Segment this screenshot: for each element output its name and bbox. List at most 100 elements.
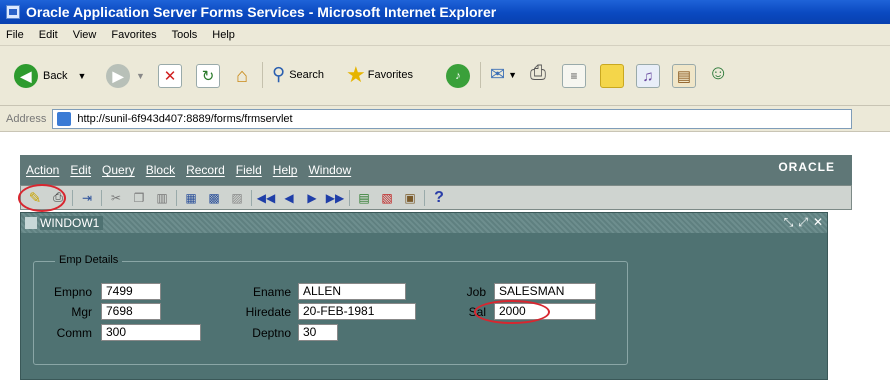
address-bar: Address http://sunil-6f943d407:8889/form…: [0, 106, 890, 132]
mail-dropdown-icon[interactable]: ▼: [508, 70, 517, 80]
page-icon: [57, 111, 72, 126]
forms-menu-block[interactable]: Block: [146, 163, 175, 177]
messenger-button[interactable]: ▤: [672, 64, 696, 88]
toolbar-separator: [262, 62, 263, 88]
search-label: Search: [289, 68, 325, 81]
research-button[interactable]: ♫: [636, 64, 660, 88]
search-button[interactable]: ⚲ Search: [272, 64, 324, 85]
previous-block-icon[interactable]: ◀◀: [257, 189, 275, 207]
delete-record-icon[interactable]: ▧: [378, 189, 396, 207]
toolbar-separator: [349, 189, 350, 206]
next-record-icon[interactable]: ▶: [303, 189, 321, 207]
contacts-button[interactable]: ☺: [708, 62, 728, 85]
execute-query-icon[interactable]: ▩: [205, 189, 223, 207]
forms-toolbar: ✎ ⎙ ⇥ ✂ ❐ ▥ ▦ ▩ ▨ ◀◀ ◀ ▶ ▶▶ ▤ ▧ ▣ ?: [20, 185, 852, 210]
toolbar-separator: [101, 189, 102, 206]
menu-favorites[interactable]: Favorites: [111, 29, 156, 41]
forms-menu-record[interactable]: Record: [186, 163, 225, 177]
mail-icon: ✉: [490, 64, 506, 84]
edit-page-icon: ≡: [562, 64, 586, 88]
print-button[interactable]: ⎙: [530, 62, 546, 85]
menu-help[interactable]: Help: [212, 29, 235, 41]
insert-record-icon[interactable]: ▤: [355, 189, 373, 207]
paste-icon[interactable]: ▥: [153, 189, 171, 207]
window-title: Oracle Application Server Forms Services…: [26, 4, 497, 20]
forms-menu-query[interactable]: Query: [102, 163, 135, 177]
mail-button[interactable]: ✉ ▼: [490, 64, 517, 85]
messenger-icon: ▤: [672, 64, 696, 88]
forms-menu-edit[interactable]: Edit: [70, 163, 91, 177]
mgr-field[interactable]: 7698: [101, 303, 161, 320]
toolbar-separator: [251, 189, 252, 206]
search-icon: ⚲: [272, 64, 286, 84]
favorites-label: Favorites: [367, 69, 413, 81]
maximize-icon[interactable]: ⤢: [798, 215, 808, 230]
cancel-query-icon[interactable]: ▨: [228, 189, 246, 207]
window-title-bar: WINDOW1 ⤡ ⤢ ✕: [21, 213, 827, 233]
menu-file[interactable]: File: [6, 29, 24, 41]
address-label: Address: [6, 112, 47, 125]
forward-dropdown-icon[interactable]: ▼: [136, 71, 145, 81]
address-input[interactable]: http://sunil-6f943d407:8889/forms/frmser…: [52, 108, 853, 129]
deptno-field[interactable]: 30: [298, 324, 338, 341]
enter-query-icon[interactable]: ▦: [182, 189, 200, 207]
menu-view[interactable]: View: [73, 29, 97, 41]
save-highlight-annotation: [18, 184, 66, 212]
discuss-icon: [600, 64, 624, 88]
refresh-button[interactable]: ↻: [196, 64, 220, 88]
forward-button[interactable]: ▶ ▼: [106, 64, 145, 88]
media-button[interactable]: ♪: [446, 64, 470, 88]
url-text: http://sunil-6f943d407:8889/forms/frmser…: [77, 112, 293, 125]
next-block-icon[interactable]: ▶▶: [326, 189, 344, 207]
hiredate-label: Hiredate: [245, 305, 291, 319]
sal-highlight-annotation: [474, 300, 550, 324]
ie-title-bar: Oracle Application Server Forms Services…: [0, 0, 890, 24]
copy-icon[interactable]: ❐: [130, 189, 148, 207]
comm-field[interactable]: 300: [101, 324, 201, 341]
back-label: Back: [43, 70, 68, 82]
help-icon[interactable]: ?: [430, 189, 448, 207]
mgr-label: Mgr: [71, 305, 92, 319]
empno-field[interactable]: 7499: [101, 283, 161, 300]
discuss-button[interactable]: [600, 64, 624, 88]
media-icon: ♪: [446, 64, 470, 88]
cut-icon[interactable]: ✂: [107, 189, 125, 207]
lock-record-icon[interactable]: ▣: [401, 189, 419, 207]
toolbar-separator: [176, 189, 177, 206]
empno-label: Empno: [53, 285, 92, 299]
oracle-logo: ORACLE: [778, 160, 835, 174]
toolbar-separator: [424, 189, 425, 206]
back-dropdown-icon[interactable]: ▼: [77, 71, 86, 81]
print-icon: ⎙: [530, 62, 546, 84]
previous-record-icon[interactable]: ◀: [280, 189, 298, 207]
close-icon[interactable]: ✕: [813, 215, 823, 230]
refresh-icon: ↻: [196, 64, 220, 88]
edit-button[interactable]: ≡: [562, 64, 586, 88]
frame-title: Emp Details: [55, 254, 123, 266]
toolbar-separator: [480, 62, 481, 88]
favorites-star-icon: ★: [346, 62, 366, 87]
ename-field[interactable]: ALLEN: [298, 283, 406, 300]
back-arrow-icon: ◀: [14, 64, 38, 88]
job-label: Job: [466, 285, 486, 299]
back-button[interactable]: ◀ Back ▼: [14, 64, 86, 88]
forms-menu-field[interactable]: Field: [236, 163, 262, 177]
favorites-button[interactable]: ★ Favorites: [346, 62, 413, 88]
forms-menu-action[interactable]: Action: [26, 163, 59, 177]
stop-button[interactable]: ✕: [158, 64, 182, 88]
forms-menu-window[interactable]: Window: [308, 163, 351, 177]
research-icon: ♫: [636, 64, 660, 88]
forms-menu-help[interactable]: Help: [273, 163, 298, 177]
forward-arrow-icon: ▶: [106, 64, 130, 88]
window-title: WINDOW1: [40, 216, 104, 230]
ie-menubar: File Edit View Favorites Tools Help: [0, 24, 890, 46]
exit-icon[interactable]: ⇥: [78, 189, 96, 207]
hiredate-field[interactable]: 20-FEB-1981: [298, 303, 416, 320]
home-button[interactable]: ⌂: [230, 64, 254, 88]
menu-edit[interactable]: Edit: [39, 29, 58, 41]
window-icon: [25, 217, 37, 229]
home-icon: ⌂: [235, 64, 249, 87]
minimize-icon[interactable]: ⤡: [784, 215, 794, 230]
job-field[interactable]: SALESMAN: [494, 283, 596, 300]
menu-tools[interactable]: Tools: [172, 29, 198, 41]
